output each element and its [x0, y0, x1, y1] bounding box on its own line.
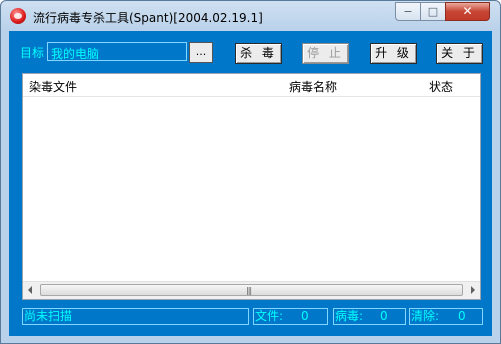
- files-label: 文件:: [255, 309, 284, 323]
- about-button[interactable]: 关 于: [436, 43, 483, 64]
- scan-status: 尚未扫描: [22, 308, 249, 325]
- client-area: 目标 我的电脑 ... 杀 毒 停 止 升 级 关 于 染毒文件 病毒名称 状态…: [9, 31, 492, 336]
- cleared-count-panel: 清除: 0: [409, 308, 483, 325]
- target-input[interactable]: 我的电脑: [47, 42, 187, 61]
- column-header-virus-name[interactable]: 病毒名称: [289, 78, 337, 95]
- minimize-button[interactable]: −: [395, 2, 421, 21]
- scroll-thumb[interactable]: |||: [40, 284, 463, 296]
- files-count: 0: [301, 309, 309, 323]
- upgrade-button[interactable]: 升 级: [370, 43, 417, 64]
- cleared-label: 清除:: [411, 309, 440, 323]
- virus-count: 0: [380, 309, 388, 323]
- virus-label: 病毒:: [335, 309, 364, 323]
- arrow-right-icon[interactable]: [471, 286, 475, 294]
- cleared-count: 0: [458, 309, 466, 323]
- stop-button[interactable]: 停 止: [302, 43, 349, 64]
- window-title: 流行病毒专杀工具(Spant)[2004.02.19.1]: [33, 11, 263, 25]
- column-header-status[interactable]: 状态: [429, 78, 453, 95]
- maximize-button[interactable]: □: [420, 2, 446, 21]
- close-button[interactable]: ✕: [445, 2, 490, 21]
- browse-button[interactable]: ...: [189, 42, 213, 63]
- title-bar[interactable]: 流行病毒专杀工具(Spant)[2004.02.19.1] − □ ✕: [1, 1, 500, 31]
- arrow-left-icon[interactable]: [28, 286, 32, 294]
- infected-file-list[interactable]: 染毒文件 病毒名称 状态 |||: [22, 73, 481, 300]
- list-header: 染毒文件 病毒名称 状态: [23, 74, 480, 97]
- scan-status-text: 尚未扫描: [24, 309, 73, 323]
- target-label: 目标: [20, 46, 45, 60]
- files-count-panel: 文件: 0: [253, 308, 328, 325]
- grip-icon: |||: [246, 286, 252, 295]
- app-window: 流行病毒专杀工具(Spant)[2004.02.19.1] − □ ✕ 目标 我…: [0, 0, 501, 344]
- horizontal-scrollbar[interactable]: |||: [23, 281, 480, 299]
- kill-virus-button[interactable]: 杀 毒: [235, 43, 282, 64]
- virus-count-panel: 病毒: 0: [333, 308, 406, 325]
- app-icon[interactable]: [10, 8, 26, 24]
- column-header-file[interactable]: 染毒文件: [29, 78, 77, 95]
